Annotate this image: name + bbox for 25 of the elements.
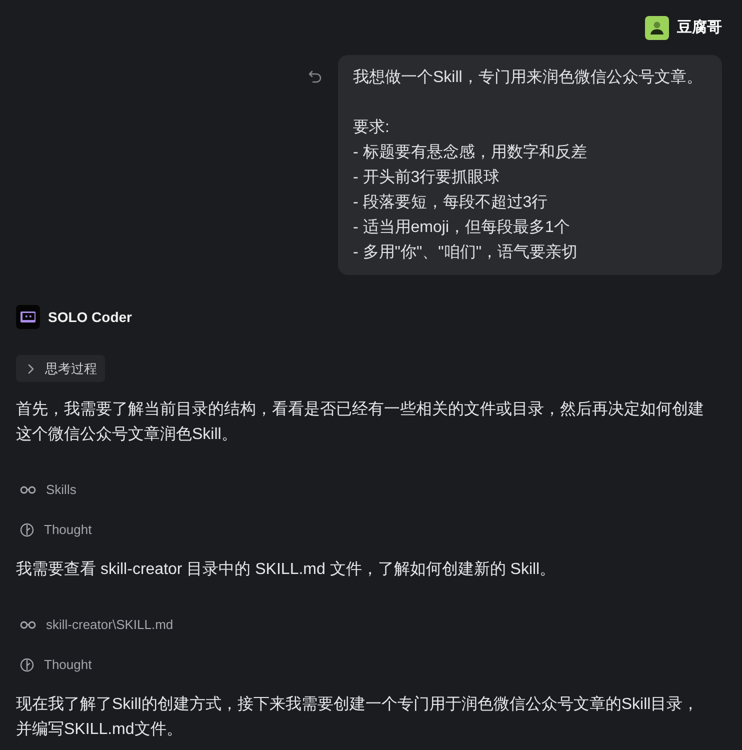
message-line: - 多用"你"、"咱们"，语气要亲切 xyxy=(353,242,578,263)
chevron-icon xyxy=(28,364,34,374)
author-name: 豆腐哥 xyxy=(677,18,722,38)
glasses-icon xyxy=(20,486,36,494)
glasses-icon xyxy=(20,621,36,629)
clock-icon xyxy=(20,658,34,672)
message-paragraph: 首先，我需要了解当前目录的结构，看看是否已经有一些相关的文件或目录，然后再决定如何创建这个微信公众号文章润色Skill。 xyxy=(16,400,705,444)
message-line: - 开头前3行要抓眼球 xyxy=(353,168,500,188)
thought-label: Thought xyxy=(44,520,92,539)
thinking-toggle[interactable]: 思考过程 xyxy=(16,355,105,382)
tool-label: Skills xyxy=(46,481,76,499)
assistant-name: SOLO Coder xyxy=(48,309,132,325)
message-line: - 标题要有悬念感，用数字和反差 xyxy=(353,142,587,163)
thought-label: Thought xyxy=(44,656,92,674)
screen-face-icon xyxy=(16,305,40,329)
message-line: 要求: xyxy=(353,118,390,138)
message-paragraph: 我需要查看 skill-creator 目录中的 SKILL.md 文件，了解如何创建新的 Skill。 xyxy=(16,560,557,580)
undo-icon[interactable] xyxy=(308,70,322,84)
message-line: - 段落要短，每段不超过3行 xyxy=(353,192,548,213)
message-line: - 适当用emoji，但每段最多1个 xyxy=(353,218,570,238)
message-paragraph: 现在我了解了Skill的创建方式，接下来我需要创建一个专门用于润色微信公众号文章的Skill目录，并编写SKILL.md文件。 xyxy=(16,694,700,740)
message-line: 我想做一个Skill，专门用来润色微信公众号文章。 xyxy=(353,68,702,88)
clock-icon xyxy=(20,522,34,536)
avatar-icon xyxy=(645,16,669,40)
tool-label: skill-creator\SKILL.md xyxy=(46,616,174,634)
